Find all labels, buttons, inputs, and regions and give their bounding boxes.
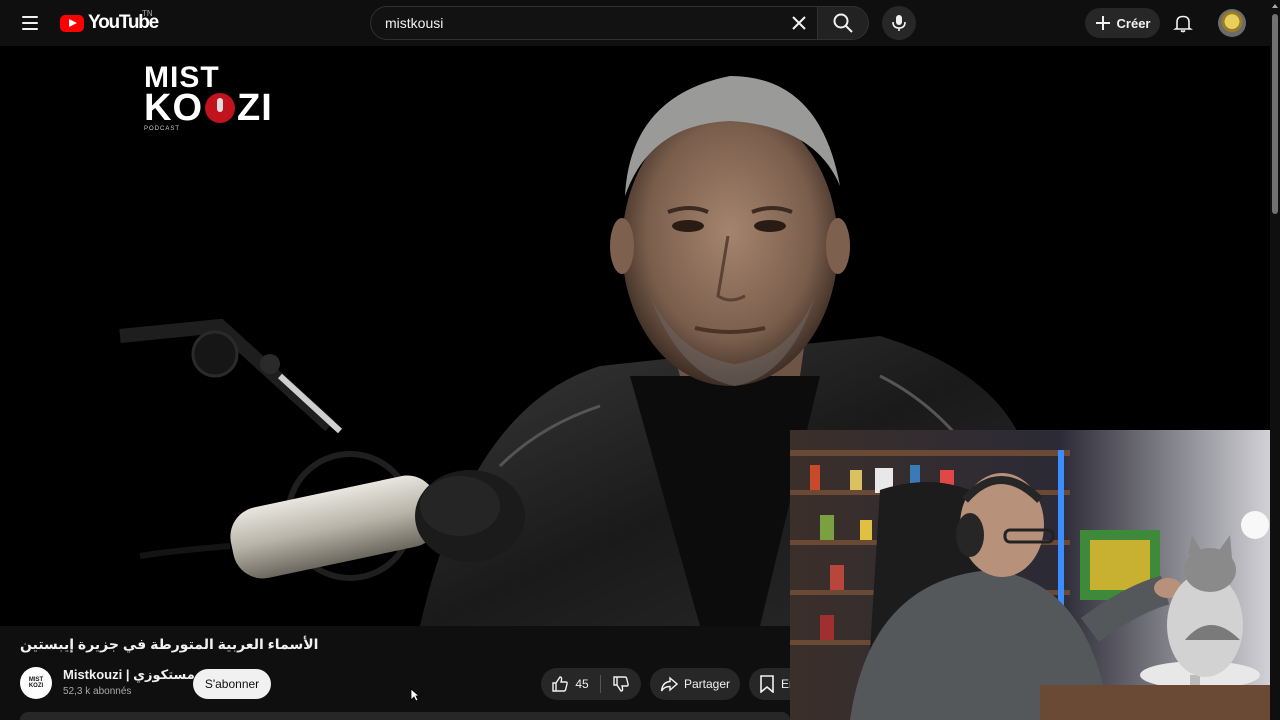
bell-icon xyxy=(1173,15,1193,33)
page-scrollbar[interactable] xyxy=(1270,0,1280,720)
search-box xyxy=(370,6,818,40)
dislike-button[interactable] xyxy=(603,668,639,700)
video-title: الأسماء العربية المتورطة في جزيرة إيبستي… xyxy=(20,636,319,652)
channel-avatar[interactable]: MIST KOZI xyxy=(20,667,52,699)
country-code: TN xyxy=(142,9,153,18)
search-icon xyxy=(833,13,853,33)
scroll-up-arrow-icon[interactable] xyxy=(1272,4,1278,8)
thumbs-down-icon xyxy=(613,676,629,692)
create-label: Créer xyxy=(1116,15,1151,31)
clear-search-icon[interactable] xyxy=(788,12,810,34)
like-count: 45 xyxy=(575,677,589,691)
share-icon xyxy=(660,676,678,692)
search-input[interactable] xyxy=(385,15,765,31)
logo-line-2b: ZI xyxy=(237,87,273,129)
channel-name[interactable]: Mistkouzi | مستكوزي xyxy=(63,667,195,683)
user-avatar[interactable] xyxy=(1218,9,1246,37)
create-button[interactable]: Créer xyxy=(1085,8,1160,38)
microphone-icon xyxy=(892,15,906,31)
scrollbar-thumb[interactable] xyxy=(1272,14,1278,214)
mouse-cursor-icon xyxy=(410,688,420,702)
podcast-logo: MIST KO ZI PODCAST xyxy=(144,63,314,133)
webcam-frame xyxy=(790,430,1280,720)
plus-icon xyxy=(1095,16,1110,30)
share-button[interactable]: Partager xyxy=(650,668,740,700)
microphone-seal-icon xyxy=(205,93,235,123)
share-label: Partager xyxy=(683,677,731,691)
description-box[interactable] xyxy=(20,712,790,720)
menu-icon[interactable] xyxy=(14,7,46,39)
like-divider xyxy=(600,675,601,693)
like-button[interactable]: 45 xyxy=(541,668,599,700)
notifications-button[interactable] xyxy=(1168,8,1198,38)
logo-line-2a: KO xyxy=(144,87,203,129)
youtube-logo[interactable]: YouTube TN xyxy=(60,9,159,34)
bookmark-icon xyxy=(760,675,774,693)
voice-search-button[interactable] xyxy=(882,6,916,40)
webcam-overlay xyxy=(790,430,1280,720)
thumbs-up-icon xyxy=(552,676,569,692)
logo-line-3: PODCAST xyxy=(144,126,181,132)
top-bar: YouTube TN Créer xyxy=(0,0,1270,46)
youtube-play-icon xyxy=(60,14,84,32)
subscriber-count: 52,3 k abonnés xyxy=(63,686,132,697)
like-dislike-group: 45 xyxy=(541,668,641,700)
channel-avatar-line-2: KOZI xyxy=(28,683,44,689)
search-button[interactable] xyxy=(817,6,869,40)
subscribe-button[interactable]: S'abonner xyxy=(193,669,271,699)
